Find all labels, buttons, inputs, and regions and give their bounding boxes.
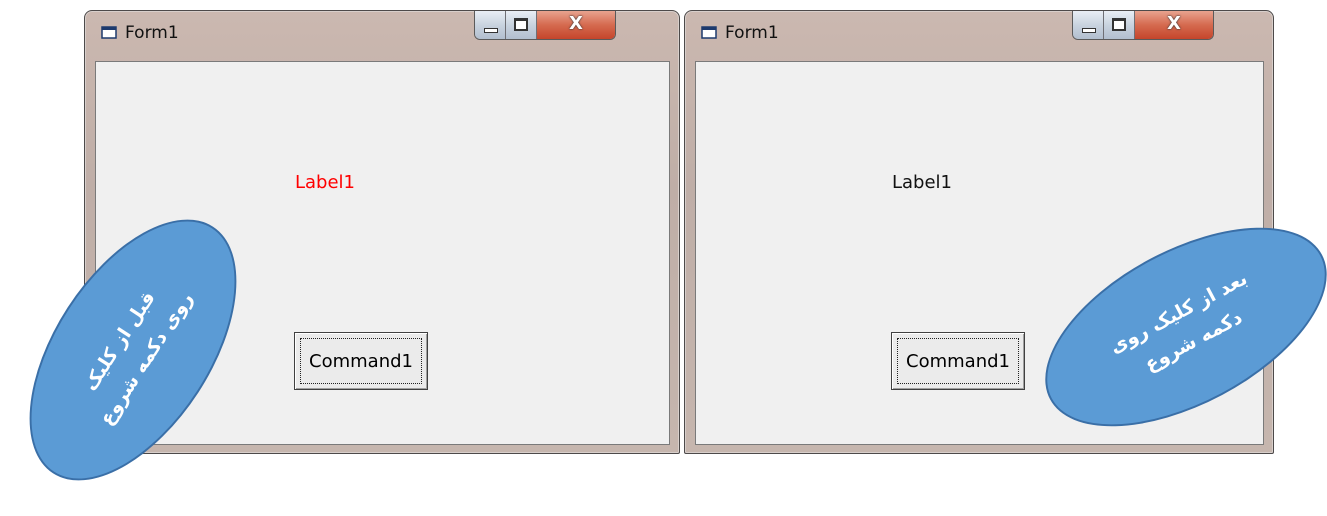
command1-button[interactable]: Command1 (891, 332, 1025, 390)
label1: Label1 (295, 172, 356, 193)
label1: Label1 (892, 172, 953, 193)
before-click-text: قبل از کلیک روی دکمه شروع (79, 287, 198, 430)
window-title: Form1 (125, 23, 179, 43)
maximize-button[interactable] (506, 11, 537, 39)
form-icon (101, 26, 117, 39)
command1-label: Command1 (300, 338, 422, 384)
command1-label: Command1 (897, 338, 1019, 384)
minimize-icon (1082, 28, 1096, 33)
close-button[interactable]: X (537, 11, 615, 39)
close-button[interactable]: X (1135, 11, 1213, 39)
minimize-button[interactable] (1073, 11, 1104, 39)
maximize-icon (514, 18, 528, 31)
close-icon: X (569, 13, 583, 34)
maximize-button[interactable] (1104, 11, 1135, 39)
minimize-icon (484, 28, 498, 33)
minimize-button[interactable] (475, 11, 506, 39)
command1-button[interactable]: Command1 (294, 332, 428, 390)
title-bar[interactable]: Form1 X (85, 11, 679, 55)
close-icon: X (1167, 13, 1181, 34)
form-icon (701, 26, 717, 39)
maximize-icon (1112, 18, 1126, 31)
caption-buttons: X (1072, 11, 1214, 40)
window-title: Form1 (725, 23, 779, 43)
caption-buttons: X (474, 11, 616, 40)
title-bar[interactable]: Form1 X (685, 11, 1273, 55)
after-click-text: بعد از کلیک روی دکمه شروع (1105, 267, 1251, 376)
